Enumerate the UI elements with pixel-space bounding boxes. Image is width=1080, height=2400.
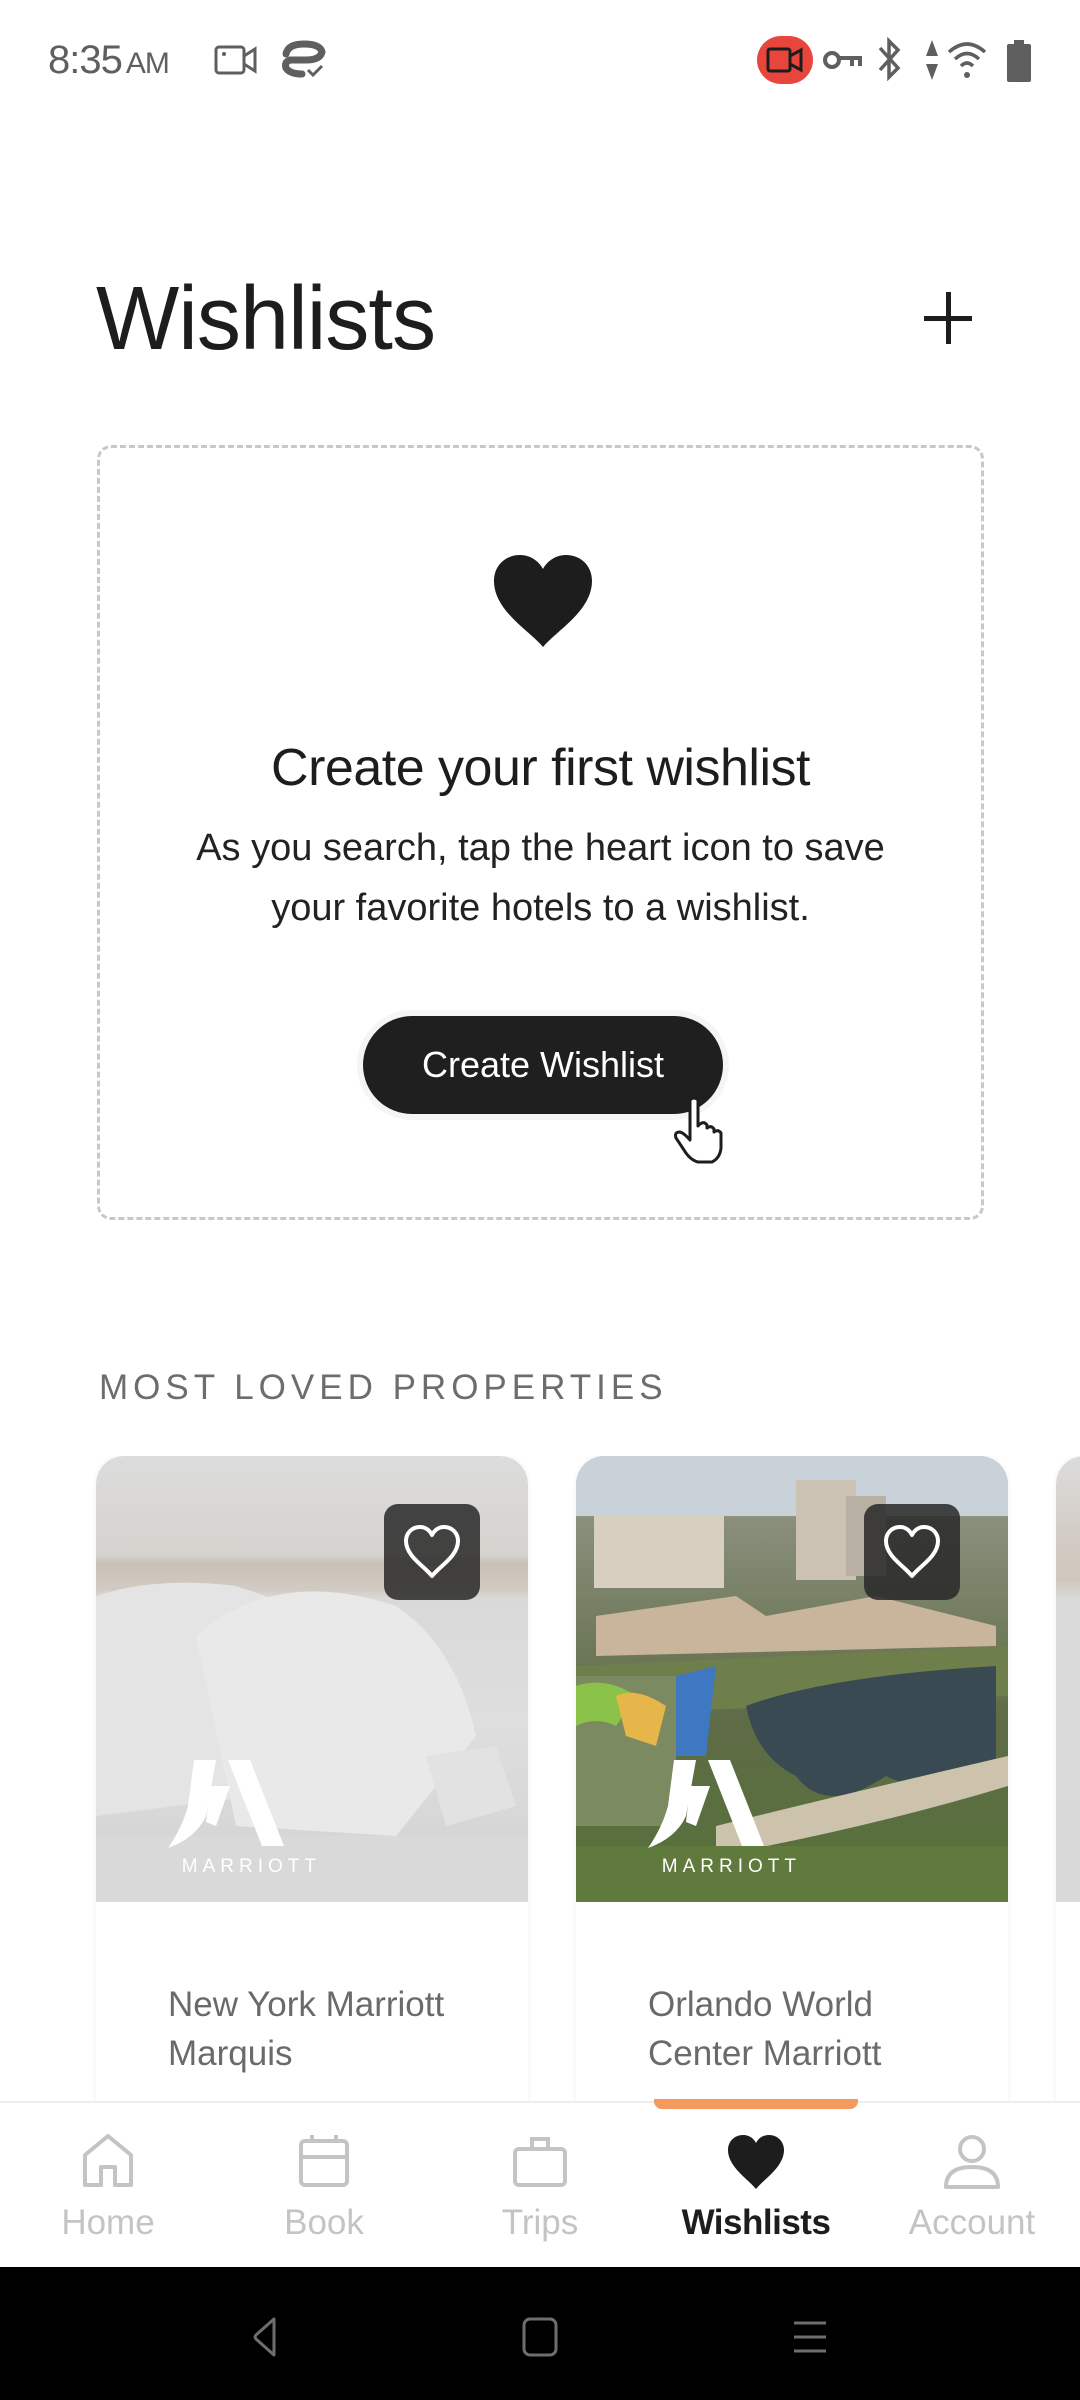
- vpn-cloud-check-icon: [282, 40, 326, 78]
- person-icon: [944, 2135, 1000, 2189]
- page-title: Wishlists: [96, 269, 436, 369]
- tab-label: Trips: [501, 2203, 579, 2242]
- nav-home-button[interactable]: [510, 2307, 570, 2367]
- recents-menu-icon: [794, 2321, 826, 2353]
- tab-label: Account: [908, 2203, 1036, 2242]
- add-wishlist-button[interactable]: [920, 284, 976, 352]
- bluetooth-icon: [878, 36, 901, 82]
- recording-active-icon: [757, 36, 813, 84]
- nav-back-button[interactable]: [236, 2307, 296, 2367]
- hand-pointer-cursor-icon: [674, 1096, 723, 1164]
- marriott-logo: MARRIOTT: [146, 1756, 316, 1880]
- tab-account[interactable]: Account: [864, 2103, 1080, 2269]
- tab-home[interactable]: Home: [0, 2103, 216, 2269]
- tab-book[interactable]: Book: [216, 2103, 432, 2269]
- briefcase-icon: [513, 2137, 567, 2187]
- property-name: Orlando World Center Marriott: [648, 1985, 882, 2073]
- heart-icon: [728, 2135, 784, 2189]
- key-icon: [823, 51, 862, 69]
- property-image: [1056, 1456, 1080, 1902]
- property-card[interactable]: MARRIOTT Orlando World Center Marriott: [576, 1456, 1008, 2106]
- property-card[interactable]: [1056, 1456, 1080, 2106]
- marriott-logo: MARRIOTT: [626, 1756, 796, 1880]
- tab-trips[interactable]: Trips: [432, 2103, 648, 2269]
- status-time: 8:35 AM: [48, 38, 170, 82]
- bottom-tab-bar: Home Book Trips Wishlists Account: [0, 2099, 1080, 2269]
- tab-wishlists[interactable]: Wishlists: [648, 2103, 864, 2269]
- property-name: New York Marriott Marquis: [168, 1985, 445, 2073]
- empty-state-title: Create your first wishlist: [271, 739, 810, 797]
- most-loved-section-label: MOST LOVED PROPERTIES: [99, 1368, 668, 1407]
- home-icon: [83, 2134, 133, 2187]
- wifi-icon: [947, 42, 987, 78]
- tab-label: Wishlists: [681, 2203, 831, 2242]
- heart-icon: [494, 555, 592, 647]
- tab-label: Book: [284, 2203, 364, 2242]
- property-card[interactable]: MARRIOTT New York Marriott Marquis: [96, 1456, 528, 2106]
- calendar-icon: [299, 2135, 349, 2187]
- favorite-button[interactable]: [864, 1504, 960, 1600]
- brand-name: MARRIOTT: [661, 1856, 801, 1877]
- system-navigation-bar: [0, 2267, 1080, 2400]
- tab-label: Home: [61, 2203, 155, 2242]
- back-triangle-icon: [253, 2317, 276, 2357]
- empty-wishlist-card: Create your first wishlist As you search…: [97, 445, 984, 1220]
- empty-state-description: As you search, tap the heart icon to sav…: [196, 827, 885, 929]
- property-image: MARRIOTT: [96, 1456, 528, 1902]
- create-wishlist-button[interactable]: Create Wishlist: [363, 1016, 723, 1114]
- heart-outline-icon: [404, 1525, 460, 1578]
- data-arrows-icon: [926, 40, 938, 80]
- battery-icon: [1007, 40, 1031, 82]
- favorite-button[interactable]: [384, 1504, 480, 1600]
- home-square-icon: [522, 2317, 558, 2357]
- property-image: MARRIOTT: [576, 1456, 1008, 1902]
- nav-recents-button[interactable]: [780, 2307, 840, 2367]
- heart-outline-icon: [884, 1525, 940, 1578]
- brand-name: MARRIOTT: [181, 1856, 321, 1877]
- screen-record-icon: [214, 45, 257, 75]
- status-bar: 8:35 AM: [0, 0, 1080, 122]
- properties-carousel[interactable]: MARRIOTT New York Marriott Marquis MARRI…: [0, 1456, 1080, 2106]
